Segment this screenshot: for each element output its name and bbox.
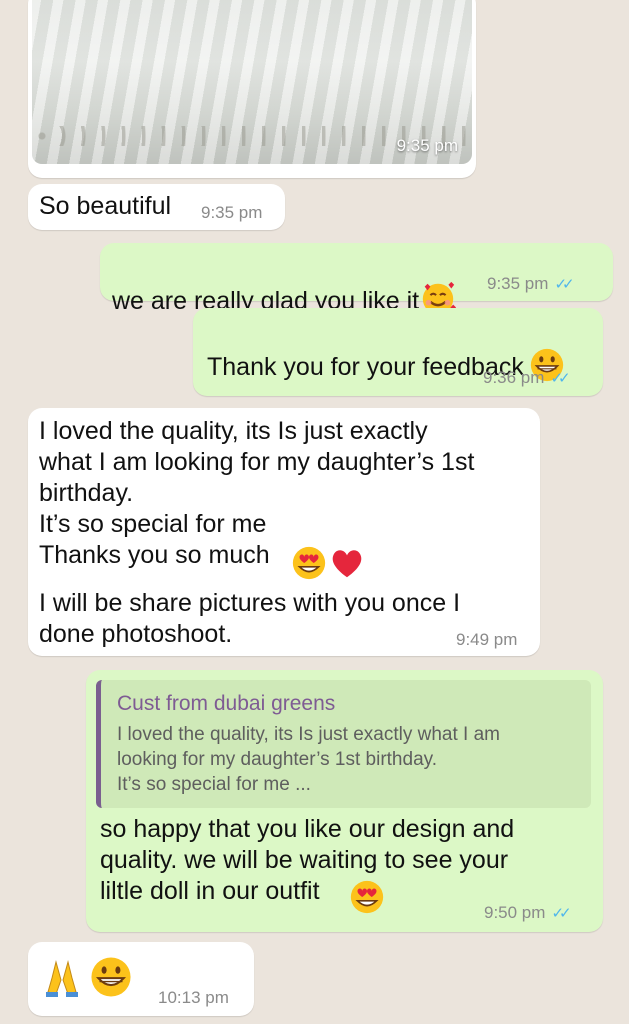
message-time: 9:49 pm [456, 630, 518, 649]
grinning-face-icon [91, 957, 131, 997]
message-time: 10:13 pm [158, 988, 229, 1007]
dress-photo[interactable]: 9:35 pm [32, 0, 472, 164]
emoji-group [290, 544, 366, 582]
message-text: I loved the quality, its Is just exactly… [39, 417, 475, 569]
read-ticks-icon: ✓✓ [551, 905, 571, 922]
quote-author: Cust from dubai greens [117, 692, 336, 715]
read-ticks-icon: ✓✓ [550, 370, 570, 387]
red-heart-icon [333, 550, 362, 578]
message-time: 9:36 pm ✓✓ [483, 368, 571, 387]
heart-eyes-face-icon [350, 880, 384, 914]
message-time: 9:50 pm ✓✓ [484, 903, 572, 922]
folded-hands-icon [46, 960, 78, 997]
outgoing-message[interactable]: we are really glad you like it 9:35 pm ✓✓ [100, 243, 613, 315]
message-text: so happy that you like our design and qu… [100, 815, 515, 905]
image-message[interactable]: 9:35 pm [28, 0, 476, 178]
message-text: So beautiful [39, 192, 172, 220]
incoming-message[interactable]: 10:13 pm [28, 942, 254, 1016]
message-time: 9:35 pm ✓✓ [487, 274, 575, 293]
read-ticks-icon: ✓✓ [554, 276, 574, 293]
incoming-message[interactable]: I loved the quality, its Is just exactly… [28, 408, 540, 656]
outgoing-message[interactable]: Cust from dubai greens I loved the quali… [86, 670, 603, 932]
photo-timestamp: 9:35 pm [396, 136, 458, 155]
message-time: 9:35 pm [201, 203, 263, 222]
heart-eyes-face-icon [292, 546, 326, 580]
quote-text: I loved the quality, its Is just exactly… [117, 724, 500, 795]
message-text: I will be share pictures with you once I… [39, 589, 461, 648]
incoming-message[interactable]: So beautiful 9:35 pm [28, 184, 285, 230]
outgoing-message[interactable]: Thank you for your feedback 9:36 pm ✓✓ [193, 308, 603, 396]
quoted-message[interactable]: Cust from dubai greens I loved the quali… [96, 680, 591, 808]
